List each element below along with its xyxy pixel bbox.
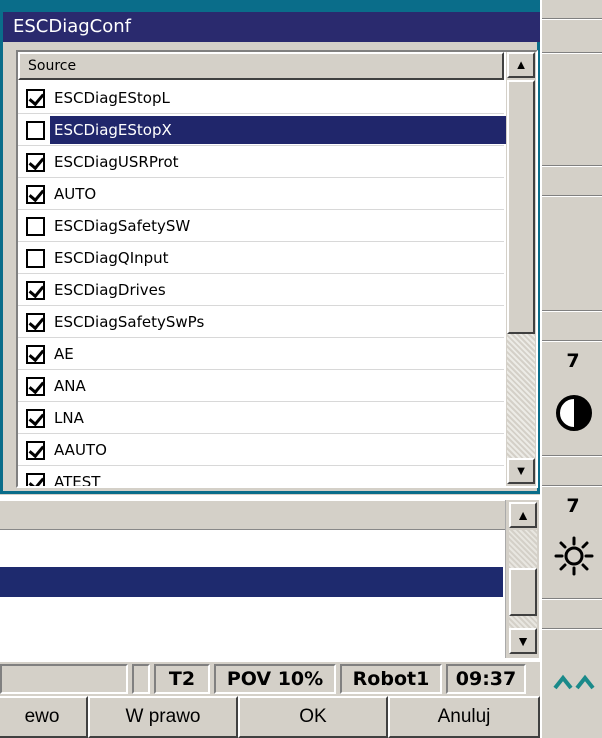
checkbox[interactable] — [26, 345, 45, 364]
scroll-track[interactable] — [507, 334, 535, 458]
column-header-source[interactable]: Source — [18, 52, 504, 80]
scroll-up-button[interactable]: ▲ — [509, 502, 537, 528]
move-left-button[interactable]: ewo — [0, 696, 88, 738]
checkbox[interactable] — [26, 89, 45, 108]
list-item[interactable]: AAUTO — [18, 434, 504, 466]
checkbox[interactable] — [26, 377, 45, 396]
checkbox[interactable] — [26, 217, 45, 236]
list-item[interactable]: ESCDiagEStopL — [18, 82, 504, 114]
source-list-rows: ESCDiagEStopL ESCDiagEStopX ESCDiagUSRProt… — [18, 82, 506, 488]
panel-divider — [542, 455, 602, 457]
list-item[interactable]: AUTO — [18, 178, 504, 210]
background-list-header — [0, 500, 505, 530]
scroll-down-button[interactable]: ▼ — [509, 628, 537, 654]
checkbox[interactable] — [26, 441, 45, 460]
right-side-panel: 7 7 — [540, 0, 602, 738]
list-item-label: ESCDiagDrives — [54, 281, 166, 299]
escdiagconf-dialog: ESCDiagConf Source ESCDiagEStopL ESCDiagE… — [0, 0, 540, 494]
status-indicator — [132, 664, 150, 694]
checkbox[interactable] — [26, 313, 45, 332]
source-list: Source ESCDiagEStopL ESCDiagEStopX ESCDiag… — [16, 50, 538, 488]
list-item[interactable]: ESCDiagUSRProt — [18, 146, 504, 178]
checkbox[interactable] — [26, 281, 45, 300]
checkbox[interactable] — [26, 409, 45, 428]
list-item-label: ESCDiagSafetySW — [54, 217, 191, 235]
panel-divider — [542, 195, 602, 197]
robot-indicator[interactable]: Robot1 — [340, 664, 442, 694]
list-item-label: ESCDiagQInput — [54, 249, 169, 267]
panel-divider — [542, 598, 602, 600]
panel-divider — [542, 165, 602, 167]
contrast-value: 7 — [566, 350, 580, 372]
list-item[interactable]: ESCDiagSafetySW — [18, 210, 504, 242]
background-selected-row[interactable] — [0, 567, 503, 597]
scroll-down-button[interactable]: ▼ — [507, 458, 535, 484]
clock: 09:37 — [446, 664, 526, 694]
pov-indicator[interactable]: POV 10% — [214, 664, 336, 694]
list-item[interactable]: ATEST — [18, 466, 504, 488]
list-item[interactable]: AE — [18, 338, 504, 370]
source-list-scrollbar[interactable]: ▲ ▼ — [506, 52, 536, 486]
checkbox[interactable] — [26, 249, 45, 268]
list-item-label: ANA — [54, 377, 86, 395]
list-item-label: ESCDiagUSRProt — [54, 153, 179, 171]
list-item[interactable]: LNA — [18, 402, 504, 434]
panel-divider — [542, 18, 602, 20]
ok-button[interactable]: OK — [238, 696, 388, 738]
list-item[interactable]: ESCDiagEStopX — [18, 114, 506, 146]
scroll-thumb[interactable] — [507, 80, 535, 334]
brightness-icon[interactable] — [554, 536, 594, 576]
list-item-label: ESCDiagEStopL — [54, 89, 170, 107]
panel-divider — [542, 310, 602, 312]
panel-divider — [542, 340, 602, 342]
panel-divider — [542, 52, 602, 54]
list-item-label: ESCDiagSafetySwPs — [54, 313, 205, 331]
scroll-up-button[interactable]: ▲ — [507, 52, 535, 78]
background-list-scrollbar[interactable]: ▲ ▼ — [505, 500, 539, 658]
checkbox[interactable] — [26, 121, 45, 140]
dialog-title: ESCDiagConf — [3, 12, 540, 42]
list-item[interactable]: ESCDiagSafetySwPs — [18, 306, 504, 338]
checkbox[interactable] — [26, 153, 45, 172]
panel-divider — [542, 485, 602, 487]
status-bar: T2 POV 10% Robot1 09:37 — [0, 660, 540, 694]
list-item-label: ATEST — [54, 473, 101, 488]
move-right-button[interactable]: W prawo — [88, 696, 238, 738]
list-item[interactable]: ESCDiagQInput — [18, 242, 504, 274]
window-frame — [3, 0, 540, 12]
list-item-label: AE — [54, 345, 74, 363]
contrast-icon[interactable] — [554, 393, 594, 433]
panel-divider — [542, 628, 602, 630]
checkbox[interactable] — [26, 473, 45, 486]
list-item-label: AUTO — [54, 185, 97, 203]
list-item-label: LNA — [54, 409, 84, 427]
status-message — [0, 664, 128, 694]
cancel-button[interactable]: Anuluj — [388, 696, 540, 738]
double-chevron-up-icon[interactable] — [552, 670, 598, 694]
list-item[interactable]: ESCDiagDrives — [18, 274, 504, 306]
tool-indicator[interactable]: T2 — [154, 664, 210, 694]
softkey-bar: ewo W prawo OK Anuluj — [0, 694, 540, 738]
checkbox[interactable] — [26, 185, 45, 204]
list-item-label: ESCDiagEStopX — [50, 116, 506, 144]
list-item-label: AAUTO — [54, 441, 107, 459]
brightness-value: 7 — [566, 495, 580, 517]
scroll-thumb[interactable] — [509, 568, 537, 616]
list-item[interactable]: ANA — [18, 370, 504, 402]
